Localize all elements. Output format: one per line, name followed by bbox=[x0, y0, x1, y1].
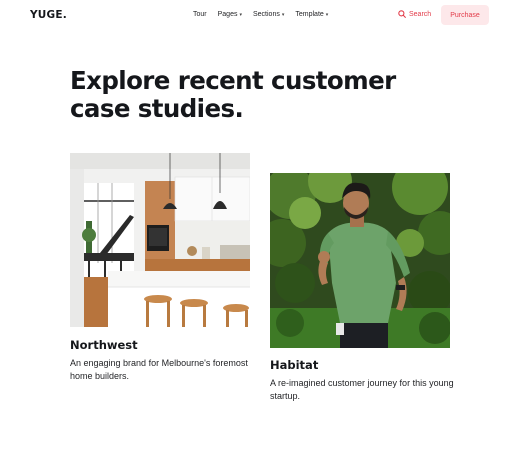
menu-item-sections[interactable]: Sections ▾ bbox=[253, 11, 284, 18]
menu-item-template[interactable]: Template ▾ bbox=[295, 11, 328, 18]
man-in-green-shirt-photo[interactable] bbox=[270, 173, 450, 348]
case-study-card-northwest[interactable]: Northwest An engaging brand for Melbourn… bbox=[70, 153, 260, 393]
menu-item-label: Pages bbox=[217, 11, 238, 18]
card-description: An engaging brand for Melbourne's foremo… bbox=[70, 358, 248, 381]
case-study-card-habitat[interactable]: Habitat A re-imagined customer journey f… bbox=[270, 173, 460, 413]
chevron-down-icon: ▾ bbox=[239, 11, 242, 18]
kitchen-interior-photo[interactable] bbox=[70, 153, 250, 327]
search-label: Search bbox=[409, 10, 432, 18]
top-nav: YUGE. Tour Pages ▾ Sections ▾ Template ▾… bbox=[0, 0, 520, 32]
purchase-button[interactable]: Purchase bbox=[441, 5, 489, 25]
menu-item-label: Sections bbox=[253, 11, 280, 18]
search-icon bbox=[398, 10, 406, 18]
card-description: A re-imagined customer journey for this … bbox=[270, 378, 454, 401]
page-title: Explore recent customer case studies. bbox=[70, 66, 396, 123]
menu-item-tour[interactable]: Tour bbox=[193, 11, 207, 18]
logo[interactable]: YUGE. bbox=[30, 9, 67, 21]
card-title[interactable]: Habitat bbox=[270, 358, 318, 372]
card-title[interactable]: Northwest bbox=[70, 338, 138, 352]
main-menu: Tour Pages ▾ Sections ▾ Template ▾ bbox=[193, 11, 328, 18]
chevron-down-icon: ▾ bbox=[325, 11, 329, 18]
chevron-down-icon: ▾ bbox=[281, 11, 285, 18]
menu-item-pages[interactable]: Pages ▾ bbox=[218, 11, 242, 18]
menu-item-label: Template bbox=[295, 11, 324, 18]
search-link[interactable]: Search bbox=[398, 10, 431, 18]
menu-item-label: Tour bbox=[193, 11, 207, 18]
